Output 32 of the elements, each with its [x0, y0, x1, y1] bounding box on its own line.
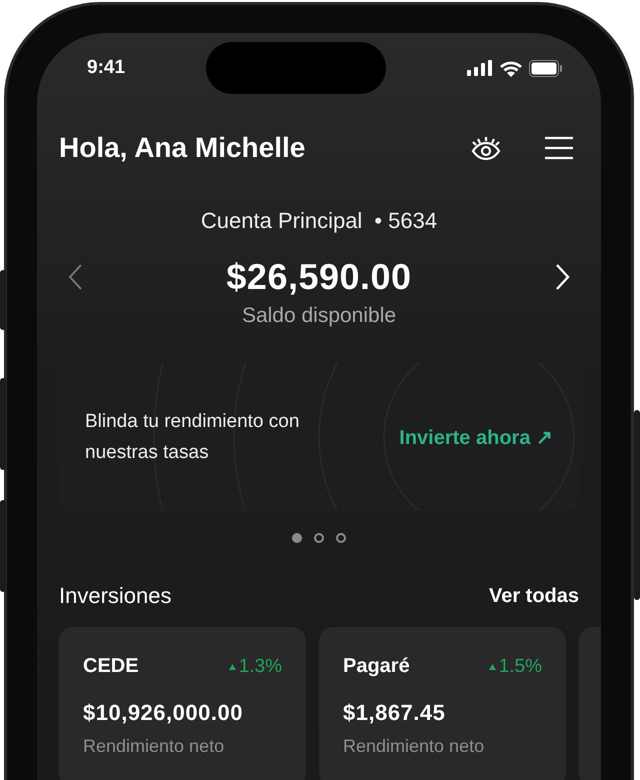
section-title: Inversiones [59, 583, 172, 609]
wifi-icon [499, 60, 523, 76]
carousel-dot[interactable] [336, 533, 346, 543]
investment-card[interactable]: CEDE 1.3% $10,926,000.00 Rendimiento neto [59, 627, 306, 780]
greeting-title: Hola, Ana Michelle [59, 132, 306, 164]
investment-caption: Rendimiento neto [343, 736, 486, 757]
eye-icon[interactable] [471, 136, 501, 160]
up-triangle-icon [228, 664, 236, 670]
promo-text: Blinda tu rendimiento con nuestras tasas [85, 410, 300, 465]
change-percent: 1.3% [238, 656, 282, 678]
investment-amount: $1,867.45 [343, 700, 446, 726]
see-all-link[interactable]: Ver todas [488, 584, 579, 608]
carousel-dot[interactable] [292, 533, 302, 543]
investment-name: CEDE [83, 655, 139, 678]
balance-caption: Saldo disponible [240, 304, 398, 328]
investment-name: Pagaré [343, 655, 410, 678]
chevron-left-icon[interactable] [67, 263, 83, 291]
chevron-right-icon[interactable] [555, 263, 571, 291]
battery-icon [529, 60, 563, 76]
account-number: • 5634 [374, 208, 438, 234]
status-time: 9:41 [87, 57, 126, 79]
invest-link[interactable]: Invierte ahora ↗ [399, 424, 553, 450]
investment-card[interactable]: Pagaré 1.5% $1,867.45 Rendimiento neto [319, 627, 566, 780]
change-percent: 1.5% [498, 656, 542, 678]
investment-amount: $10,926,000.00 [83, 700, 244, 726]
signal-icon [467, 60, 493, 76]
carousel-dot[interactable] [314, 533, 324, 543]
menu-icon[interactable] [545, 136, 573, 160]
balance-amount: $26,590.00 [226, 256, 412, 298]
account-name: Cuenta Principal [200, 208, 362, 234]
investment-caption: Rendimiento neto [83, 736, 226, 757]
up-triangle-icon [488, 664, 496, 670]
